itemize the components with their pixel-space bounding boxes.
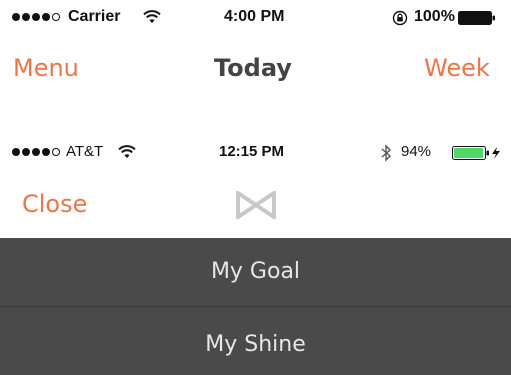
menu-item-my-shine[interactable]: My Shine (0, 307, 511, 375)
battery-percent: 100% (414, 8, 455, 25)
status-time: 12:15 PM (219, 143, 285, 160)
battery-icon (458, 11, 495, 25)
signal-strength-icon (12, 13, 60, 21)
menu-button[interactable]: Menu (13, 54, 79, 82)
page-title: Today (214, 54, 292, 82)
close-button[interactable]: Close (22, 190, 87, 218)
battery-percent: 94% (401, 143, 432, 160)
signal-strength-icon (12, 148, 60, 156)
status-bar-overlay: AT&T 12:15 PM 94% (0, 142, 511, 172)
orientation-lock-icon (392, 10, 408, 26)
misfit-logo-icon (236, 191, 276, 219)
week-button[interactable]: Week (424, 54, 490, 82)
battery-charging-icon (452, 146, 500, 160)
status-time: 4:00 PM (224, 8, 285, 25)
bluetooth-icon (381, 144, 392, 162)
status-bar-top: Carrier 4:00 PM 100% (0, 6, 511, 36)
wifi-icon (118, 145, 136, 158)
menu-item-label: My Goal (210, 259, 301, 284)
carrier-label: AT&T (66, 143, 104, 160)
wifi-icon (143, 10, 161, 23)
carrier-label: Carrier (68, 8, 121, 25)
menu-item-label: My Shine (205, 332, 306, 357)
menu-item-my-goal[interactable]: My Goal (0, 238, 511, 306)
